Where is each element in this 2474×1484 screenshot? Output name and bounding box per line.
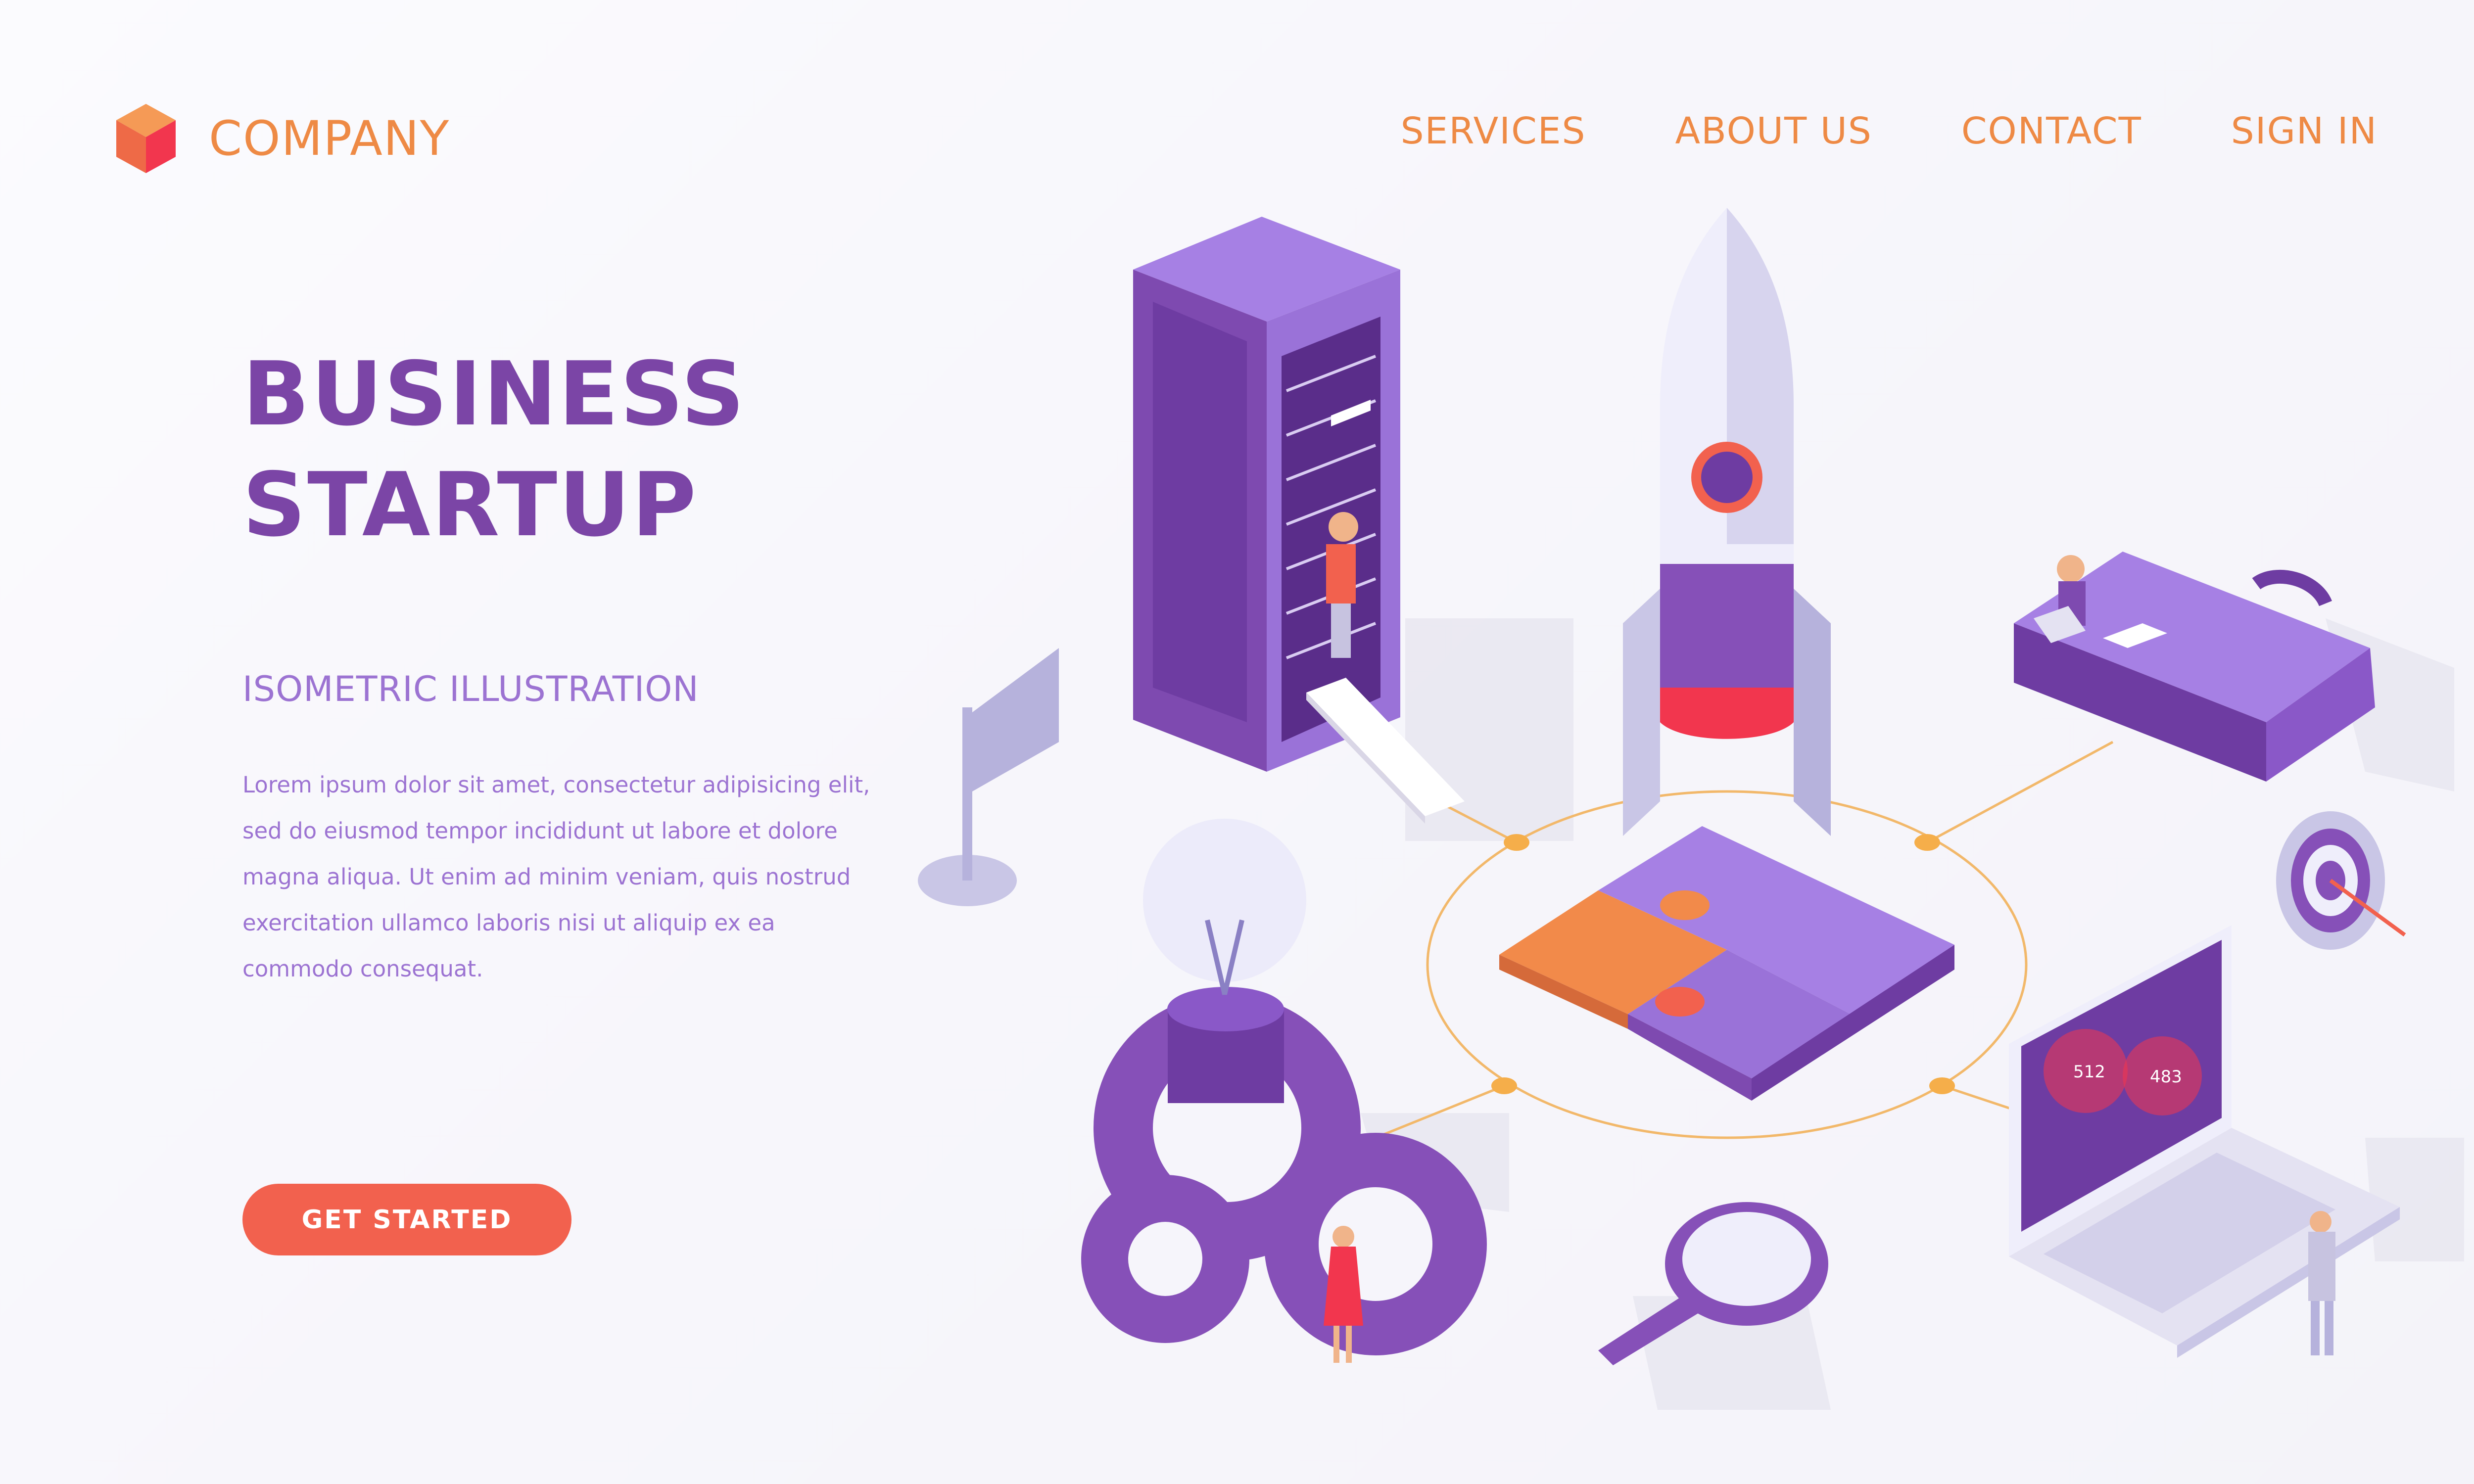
puzzle-icon [1499, 826, 1954, 1101]
person-red-dress [1324, 1226, 1363, 1363]
magnifier-icon [1598, 1202, 1828, 1365]
illustration-shadows [1361, 618, 2464, 1410]
connection-nodes [1491, 834, 1955, 1094]
hero-title-line-2: STARTUP [242, 454, 698, 556]
target-icon [2276, 811, 2406, 950]
server-rack-icon [1133, 217, 1465, 824]
company-logo[interactable]: COMPANY [114, 101, 450, 176]
nav-contact[interactable]: CONTACT [1961, 110, 2142, 152]
laptop-value-2: 483 [2150, 1067, 2182, 1087]
get-started-button[interactable]: GET STARTED [242, 1184, 571, 1255]
hero-title: BUSINESS STARTUP [242, 339, 746, 560]
isometric-illustration: 512 483 [918, 208, 2464, 1410]
nav-about-us[interactable]: ABOUT US [1675, 110, 1872, 152]
lightbulb-icon [1143, 819, 1306, 1103]
rocket-icon [1623, 208, 1831, 836]
nav-services[interactable]: SERVICES [1401, 110, 1586, 152]
briefcase-icon [2014, 552, 2375, 782]
company-name: COMPANY [209, 111, 450, 166]
hero-body-text: Lorem ipsum dolor sit amet, consectetur … [242, 772, 870, 982]
laptop-value-1: 512 [2073, 1062, 2105, 1082]
cube-icon [116, 104, 176, 173]
gears-icon [1081, 994, 1487, 1355]
laptop-icon: 512 483 [2009, 925, 2400, 1358]
top-nav: SERVICES ABOUT US CONTACT SIGN IN [1401, 110, 2378, 152]
flag-icon [918, 648, 1059, 906]
hero-title-line-1: BUSINESS [242, 343, 746, 445]
nav-sign-in[interactable]: SIGN IN [2231, 110, 2378, 152]
hero-subtitle: ISOMETRIC ILLUSTRATION [242, 669, 699, 709]
connection-network [1375, 741, 2114, 1139]
